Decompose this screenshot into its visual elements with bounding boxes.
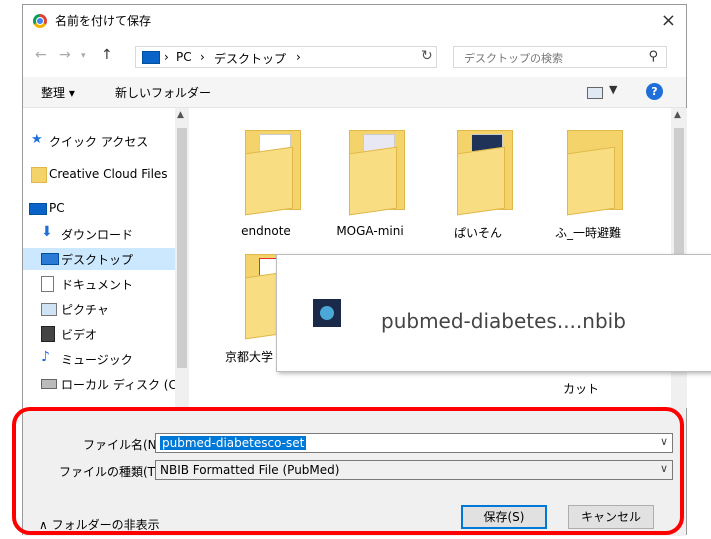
document-icon — [41, 276, 54, 292]
nav-item-label: Creative Cloud Files — [49, 167, 168, 181]
nav-item-pc[interactable]: PC — [23, 198, 175, 220]
nav-item-pictures[interactable]: ピクチャ — [23, 298, 175, 320]
dialog-title: 名前を付けて保存 — [55, 14, 152, 28]
folder-front — [349, 146, 397, 216]
chevron-down-icon[interactable]: ∨ — [660, 462, 668, 475]
folder-label: endnote — [241, 224, 291, 238]
nav-item-music[interactable]: ♪ ミュージック — [23, 348, 175, 370]
nav-item-desktop[interactable]: デスクトップ — [23, 248, 175, 270]
address-bar: ← → ▾ ↑ › PC › デスクトップ › ∨ ↻ デスクトップの検索 ⚲ — [23, 37, 686, 77]
music-icon: ♪ — [41, 349, 50, 365]
chrome-icon — [33, 14, 47, 28]
nav-item-label: ドキュメント — [61, 278, 134, 292]
recent-dropdown-icon[interactable]: ▾ — [81, 51, 86, 61]
folder-front — [457, 146, 505, 216]
pc-icon — [29, 203, 47, 215]
nav-scrollbar[interactable]: ▲ — [175, 108, 189, 408]
folder-front — [567, 146, 615, 216]
nav-item-label: ミュージック — [61, 353, 133, 367]
folder-icon — [31, 167, 47, 183]
chevron-down-icon[interactable]: ∨ — [660, 435, 668, 448]
scroll-thumb[interactable] — [674, 128, 684, 268]
nav-item-label: クイック アクセス — [49, 135, 149, 149]
refresh-icon[interactable]: ↻ — [421, 48, 433, 64]
crumb-separator: › — [200, 50, 205, 64]
navigation-pane: ★ クイック アクセス Creative Cloud Files PC ⬇ ダウ… — [23, 108, 191, 408]
download-arrow-icon: ⬇ — [41, 224, 53, 240]
disk-icon — [41, 379, 57, 389]
crumb-pc[interactable]: PC — [176, 50, 192, 64]
nav-item-label: ピクチャ — [61, 303, 109, 317]
folder-item[interactable]: ぱいそん — [423, 120, 533, 240]
back-icon[interactable]: ← — [35, 47, 47, 63]
scroll-up-icon[interactable]: ▲ — [674, 110, 681, 120]
nav-item-label: PC — [49, 201, 65, 215]
nav-item-creative-cloud[interactable]: Creative Cloud Files — [23, 164, 175, 186]
hide-folders-toggle[interactable]: ∧ フォルダーの非表示 — [39, 516, 160, 533]
nav-item-label: ダウンロード — [61, 228, 134, 242]
crumb-desktop[interactable]: デスクトップ — [214, 50, 286, 67]
nav-item-label: デスクトップ — [61, 253, 134, 267]
filename-value: pubmed-diabetesco-set — [160, 436, 307, 450]
forward-icon[interactable]: → — [59, 47, 71, 63]
pictures-icon — [41, 303, 57, 316]
nav-item-quick-access[interactable]: ★ クイック アクセス — [23, 130, 175, 152]
desktop-icon — [41, 253, 59, 265]
folder-label: ふ_一時避難 — [554, 226, 621, 240]
filetype-label: ファイルの種類(T): — [59, 465, 164, 479]
command-bar: 整理 ▾ 新しいフォルダー ▼ ? — [23, 77, 686, 108]
folder-label: MOGA-mini — [336, 224, 404, 238]
view-options-icon[interactable] — [587, 87, 603, 99]
crumb-separator: › — [164, 50, 169, 64]
save-form: ファイル名(N): pubmed-diabetesco-set ∨ ファイルの種… — [23, 409, 686, 536]
nbib-file-icon — [313, 299, 341, 327]
filetype-value: NBIB Formatted File (PubMed) — [160, 463, 340, 477]
folder-item[interactable]: endnote — [211, 120, 321, 240]
folder-front — [245, 146, 293, 216]
close-button[interactable]: × — [661, 10, 676, 31]
callout-filename: pubmed-diabetes....nbib — [381, 309, 626, 333]
pc-icon — [142, 51, 160, 64]
view-dropdown-icon[interactable]: ▼ — [609, 83, 617, 96]
crumb-separator: › — [296, 50, 301, 64]
folder-item[interactable]: ふ_一時避難 — [533, 120, 643, 240]
star-icon: ★ — [31, 132, 43, 147]
help-icon[interactable]: ? — [646, 83, 663, 100]
video-icon — [41, 326, 55, 342]
filename-label: ファイル名(N): — [83, 438, 166, 452]
filename-callout: pubmed-diabetes....nbib — [276, 254, 711, 372]
folder-label: ぱいそん — [453, 226, 502, 240]
search-icon[interactable]: ⚲ — [648, 49, 658, 64]
nav-item-label: ローカル ディスク (C:) — [61, 378, 175, 392]
folder-label: カット — [563, 382, 600, 396]
nav-item-downloads[interactable]: ⬇ ダウンロード — [23, 223, 175, 245]
filetype-select[interactable]: NBIB Formatted File (PubMed) ∨ — [155, 460, 673, 480]
filename-field[interactable]: pubmed-diabetesco-set ∨ — [155, 433, 673, 453]
title-bar: 名前を付けて保存 × — [23, 5, 686, 37]
scroll-thumb[interactable] — [177, 128, 187, 368]
up-icon[interactable]: ↑ — [101, 47, 113, 63]
scroll-up-icon[interactable]: ▲ — [177, 110, 184, 120]
chevron-up-icon: ∧ — [39, 518, 52, 532]
search-input[interactable]: デスクトップの検索 ⚲ — [453, 46, 667, 68]
nav-item-local-disk[interactable]: ローカル ディスク (C:) — [23, 373, 175, 395]
hide-folders-label: フォルダーの非表示 — [51, 518, 160, 532]
save-button[interactable]: 保存(S) — [461, 505, 547, 529]
organize-menu[interactable]: 整理 ▾ — [41, 84, 75, 101]
search-placeholder: デスクトップの検索 — [464, 52, 563, 65]
cancel-button[interactable]: キャンセル — [568, 505, 654, 529]
new-folder-button[interactable]: 新しいフォルダー — [115, 84, 211, 101]
folder-item[interactable]: MOGA-mini — [315, 120, 425, 240]
nav-item-videos[interactable]: ビデオ — [23, 323, 175, 345]
address-field[interactable]: › PC › デスクトップ › ∨ — [135, 46, 528, 68]
nav-item-documents[interactable]: ドキュメント — [23, 273, 175, 295]
nav-item-label: ビデオ — [61, 328, 98, 342]
